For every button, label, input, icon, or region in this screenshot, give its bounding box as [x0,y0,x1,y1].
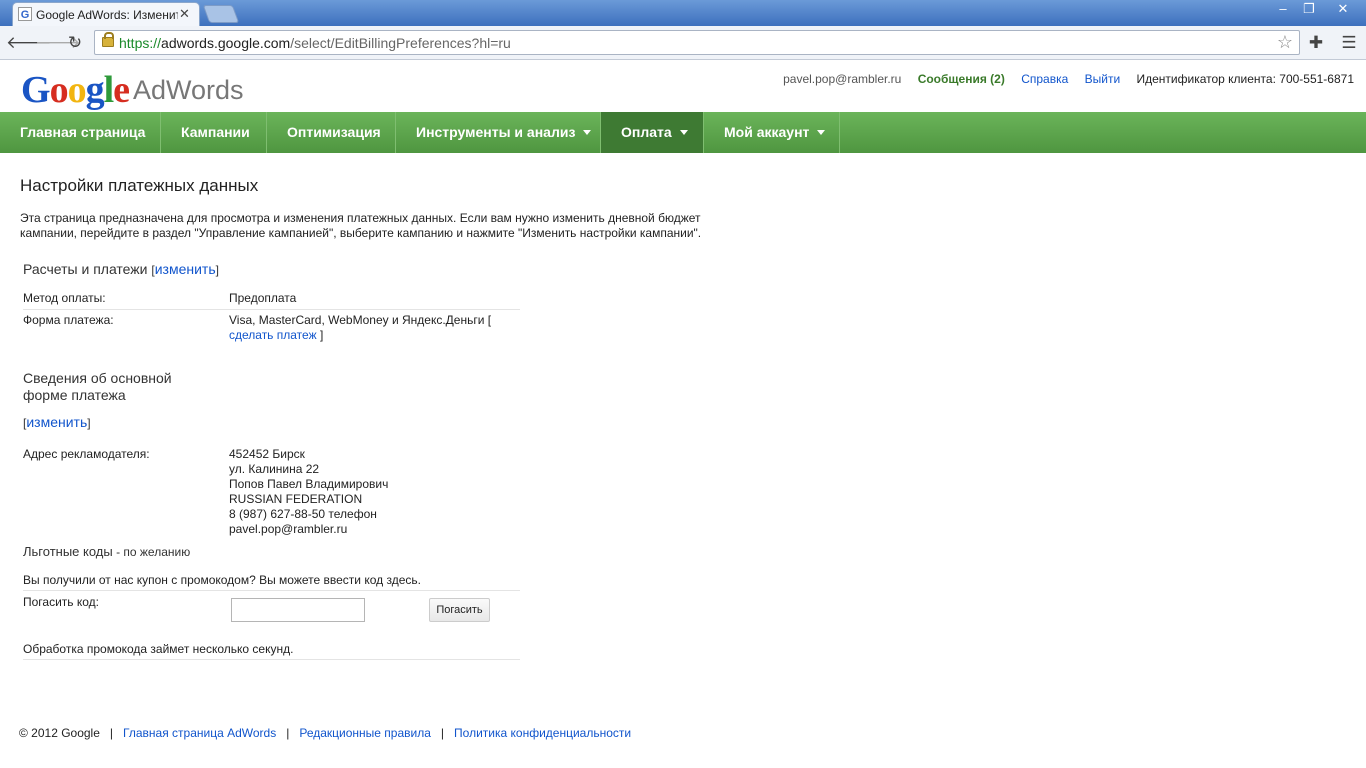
promo-note-row: Обработка промокода займет несколько сек… [23,642,520,660]
footer-adwords-home-link[interactable]: Главная страница AdWords [123,726,276,740]
browser-menu-icon[interactable]: ☰ [1338,32,1360,54]
redeem-label: Погасить код: [23,595,100,609]
advertiser-address-label: Адрес рекламодателя: [23,447,150,461]
lock-icon [102,32,114,47]
dropdown-caret-icon [817,130,826,135]
extensions-icon[interactable]: ✚ [1305,32,1327,54]
new-tab-button[interactable] [202,5,240,23]
footer-privacy-link[interactable]: Политика конфиденциальности [454,726,631,740]
payment-method-label: Метод оплаты: [23,291,106,305]
dropdown-caret-icon [679,130,688,135]
user-email: pavel.pop@rambler.ru [783,72,902,86]
payment-form-label: Форма платежа: [23,313,114,327]
make-payment-link[interactable]: сделать платеж [229,328,317,342]
nav-home[interactable]: Главная страница [0,112,161,153]
google-logo: Google [21,69,130,111]
minimize-button[interactable]: ‒ [1270,0,1296,18]
billing-section-title: Расчеты и платежи [изменить] [23,261,219,277]
advertiser-address-value: 452452 Бирск ул. Калинина 22 Попов Павел… [229,447,389,536]
logout-link[interactable]: Выйти [1085,72,1121,86]
payment-method-value: Предоплата [229,291,297,305]
promo-question: Вы получили от нас купон с промокодом? В… [23,573,421,587]
back-icon[interactable]: 🡐 [6,32,52,54]
copyright: © 2012 Google [19,726,100,740]
nav-billing[interactable]: Оплата [601,112,704,153]
nav-optimization[interactable]: Оптимизация [267,112,396,153]
dropdown-caret-icon [583,130,592,135]
promo-code-input[interactable] [231,598,365,622]
payment-method-row: Метод оплаты: Предоплата [23,291,520,310]
nav-tools[interactable]: Инструменты и анализ [396,112,601,153]
primary-payment-title: Сведения об основной форме платежа [23,370,172,403]
nav-my-account[interactable]: Мой аккаунт [704,112,840,153]
main-nav: Главная страница Кампании Оптимизация Ин… [0,112,1366,153]
redeem-button[interactable]: Погасить [429,598,490,622]
primary-edit-link[interactable]: изменить [26,414,87,430]
tab-close-icon[interactable]: ✕ [179,6,190,22]
nav-campaigns[interactable]: Кампании [161,112,267,153]
promo-section-title: Льготные коды - по желанию [23,544,191,559]
account-bar: pavel.pop@rambler.ru Сообщения (2) Справ… [770,72,1354,86]
help-link[interactable]: Справка [1021,72,1068,86]
google-favicon-icon: G [18,7,32,21]
promo-question-row: Вы получили от нас купон с промокодом? В… [23,573,520,591]
footer-editorial-policy-link[interactable]: Редакционные правила [299,726,431,740]
client-id: Идентификатор клиента: 700-551-6871 [1136,72,1355,86]
address-bar[interactable]: https://adwords.google.com/select/EditBi… [94,30,1300,55]
browser-titlebar: G Google AdWords: Изменить ✕ ‒ ❐ ✕ [0,0,1366,26]
browser-toolbar: 🡐 🡒 ↻ https://adwords.google.com/select/… [0,26,1366,60]
page-intro: Эта страница предназначена для просмотра… [20,211,702,240]
adwords-logo-text: AdWords [133,75,244,105]
footer: © 2012 Google | Главная страница AdWords | Р… [19,726,632,740]
page-title: Настройки платежных данных [20,176,259,195]
billing-edit-link[interactable]: изменить [155,261,216,277]
close-window-button[interactable]: ✕ [1330,0,1356,18]
url-text: https://adwords.google.com/select/EditBi… [119,35,511,51]
browser-tab[interactable]: G Google AdWords: Изменить ✕ [12,2,200,26]
bookmark-star-icon[interactable]: ☆ [1277,32,1293,53]
payment-form-row: Форма платежа: Visa, MasterCard, WebMone… [23,313,520,345]
tab-title: Google AdWords: Изменить [36,8,178,22]
primary-edit: [изменить] [23,414,91,430]
forward-icon[interactable]: 🡒 [35,32,81,54]
payment-form-value: Visa, MasterCard, WebMoney и Яндекс.День… [229,313,492,342]
reload-icon[interactable]: ↻ [64,32,86,54]
google-adwords-logo[interactable]: Google AdWords [21,68,244,111]
promo-note: Обработка промокода займет несколько сек… [23,642,294,656]
restore-button[interactable]: ❐ [1296,0,1322,18]
messages-link[interactable]: Сообщения (2) [918,72,1005,86]
advertiser-address-row: Адрес рекламодателя: 452452 Бирск ул. Ка… [23,447,520,537]
